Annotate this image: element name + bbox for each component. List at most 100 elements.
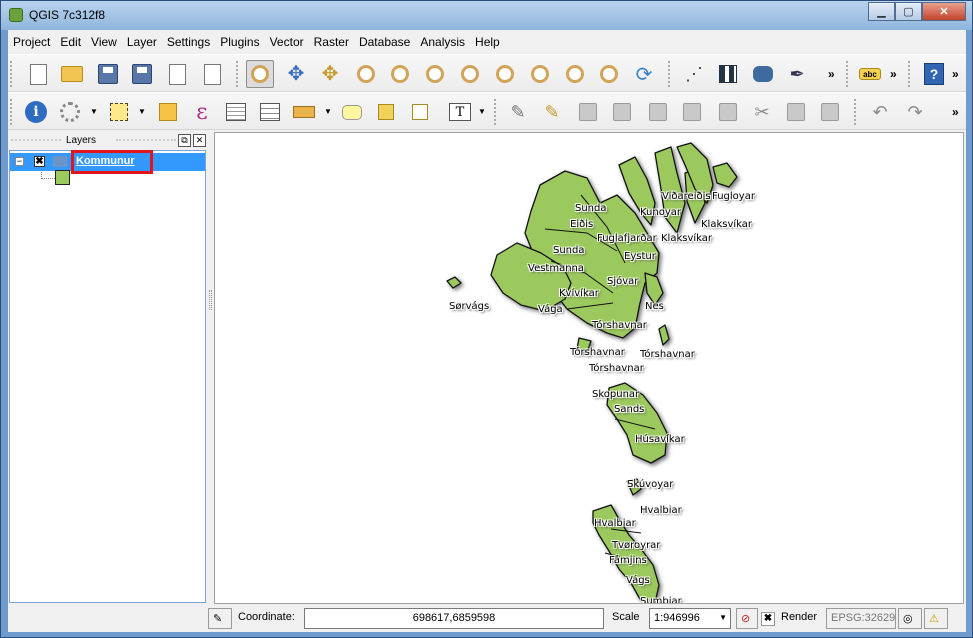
scale-combobox[interactable]: 1:946996 ▼	[649, 608, 731, 629]
add-spatialite-layer-button[interactable]: ✒	[783, 60, 811, 88]
postgis-icon	[753, 66, 773, 82]
toolbar-grip[interactable]	[236, 61, 240, 87]
maximize-button[interactable]: ▢	[895, 2, 922, 21]
menu-database[interactable]: Database	[354, 32, 415, 52]
menu-project[interactable]: Project	[8, 32, 55, 52]
select-features-button[interactable]	[105, 98, 133, 126]
on-the-fly-projection-button[interactable]: ◎	[898, 608, 922, 629]
map-label-municipality: Tórshavnar	[640, 349, 695, 360]
map-label-municipality: Fuglafjarðar	[597, 233, 657, 244]
help-button[interactable]: ?	[920, 60, 948, 88]
refresh-button[interactable]: ⟳	[630, 60, 658, 88]
new-bookmark-button[interactable]	[372, 98, 400, 126]
save-as-button[interactable]	[128, 60, 156, 88]
zoom-to-selection-button[interactable]	[491, 60, 519, 88]
map-canvas[interactable]: Viðareiðis Fugloyar Sunda Kunoyar Eiðis Klaks…	[214, 132, 964, 604]
layer-symbol-swatch[interactable]	[55, 170, 70, 185]
stop-render-button[interactable]: ⊘	[736, 608, 758, 629]
toolbar-grip[interactable]	[668, 61, 672, 87]
pan-map-to-selection-button[interactable]: ✥	[316, 60, 344, 88]
field-calculator-button[interactable]	[256, 98, 284, 126]
save-project-button[interactable]	[94, 60, 122, 88]
chevron-down-icon[interactable]: ▼	[478, 107, 486, 116]
new-vector-layer-button[interactable]: ⋰	[680, 60, 708, 88]
chevron-down-icon[interactable]: ▼	[138, 107, 146, 116]
map-label-municipality: Tvøroyrar	[612, 540, 661, 551]
current-edits-button[interactable]: ✎	[504, 98, 532, 126]
menu-settings[interactable]: Settings	[162, 32, 215, 52]
attribute-table-button[interactable]	[222, 98, 250, 126]
open-project-button[interactable]	[58, 60, 86, 88]
map-label-municipality: Húsavíkar	[635, 434, 685, 445]
toolbar-grip[interactable]	[854, 99, 858, 125]
crs-status-button[interactable]: EPSG:32629	[826, 608, 896, 629]
map-label-municipality: Vestmanna	[528, 263, 585, 274]
close-button[interactable]: ✕	[922, 2, 966, 21]
zoom-out-button[interactable]	[386, 60, 414, 88]
label-tool-button[interactable]: abc	[856, 60, 884, 88]
coordinate-field[interactable]: 698617,6859598	[304, 608, 604, 629]
menu-analysis[interactable]: Analysis	[415, 32, 470, 52]
layer-visibility-checkbox[interactable]: ✖	[34, 156, 45, 167]
menu-layer[interactable]: Layer	[122, 32, 162, 52]
select-by-expression-button[interactable]: ε	[188, 98, 216, 126]
chevron-down-icon[interactable]: ▼	[324, 107, 332, 116]
save-as-icon	[132, 64, 152, 84]
new-print-composer-button[interactable]	[163, 60, 191, 88]
stop-render-icon: ⊘	[741, 613, 751, 625]
float-panel-button[interactable]: ⧉	[178, 134, 191, 147]
chevron-down-icon[interactable]: ▼	[90, 107, 98, 116]
new-project-button[interactable]	[24, 60, 52, 88]
add-raster-layer-button[interactable]	[714, 60, 742, 88]
menu-plugins[interactable]: Plugins	[215, 32, 264, 52]
toggle-editing-button[interactable]: ✎	[538, 98, 566, 126]
messages-button[interactable]: ✎	[208, 608, 232, 629]
identify-button[interactable]: i	[22, 98, 50, 126]
zoom-actual-size-button[interactable]	[421, 60, 449, 88]
deselect-all-button[interactable]	[154, 98, 182, 126]
zoom-next-button[interactable]	[595, 60, 623, 88]
menu-edit[interactable]: Edit	[55, 32, 86, 52]
panel-splitter[interactable]	[209, 290, 212, 310]
toolbar-more-button[interactable]: »	[952, 67, 959, 81]
bookmarks-icon	[412, 104, 428, 120]
menu-view[interactable]: View	[86, 32, 122, 52]
close-panel-button[interactable]: ✕	[193, 134, 206, 147]
toolbar-grip[interactable]	[908, 61, 912, 87]
qgis-logo-icon	[9, 8, 23, 22]
attribute-table-icon	[226, 103, 246, 121]
toolbar-more-button[interactable]: »	[952, 105, 959, 119]
pan-map-button[interactable]	[246, 60, 274, 88]
show-bookmarks-button[interactable]	[406, 98, 434, 126]
menu-raster[interactable]: Raster	[309, 32, 354, 52]
zoom-full-button[interactable]	[456, 60, 484, 88]
zoom-in-button[interactable]	[352, 60, 380, 88]
map-tips-button[interactable]	[338, 98, 366, 126]
toolbar-grip[interactable]	[494, 99, 498, 125]
pan-to-selection-button[interactable]: ✥	[282, 60, 310, 88]
warning-icon: ⚠	[929, 613, 939, 625]
composer-manager-button[interactable]	[198, 60, 226, 88]
label-abc-icon: abc	[859, 68, 881, 80]
zoom-last-button[interactable]	[561, 60, 589, 88]
minimize-button[interactable]: ▁	[868, 2, 895, 21]
main-area: Project Edit View Layer Settings Plugins…	[8, 30, 966, 632]
text-annotation-button[interactable]: T	[446, 98, 474, 126]
render-checkbox[interactable]: ✖	[761, 612, 775, 626]
run-action-button[interactable]	[56, 98, 84, 126]
zoom-to-layer-button[interactable]	[526, 60, 554, 88]
toolbar-grip[interactable]	[10, 99, 14, 125]
menu-help[interactable]: Help	[470, 32, 505, 52]
toolbar-more-button[interactable]: »	[828, 67, 835, 81]
collapse-toggle[interactable]: −	[15, 157, 24, 166]
add-postgis-layer-button[interactable]	[749, 60, 777, 88]
warnings-button[interactable]: ⚠	[924, 608, 948, 629]
toolbar-grip[interactable]	[846, 61, 850, 87]
layer-row-kommunur[interactable]: − ✖ Kommunur	[10, 150, 205, 174]
node-tool-button	[678, 98, 706, 126]
toolbar-more-button[interactable]: »	[890, 67, 897, 81]
measure-button[interactable]	[290, 98, 318, 126]
toolbar-grip[interactable]	[10, 61, 14, 87]
refresh-icon: ⟳	[635, 63, 653, 86]
menu-vector[interactable]: Vector	[265, 32, 309, 52]
